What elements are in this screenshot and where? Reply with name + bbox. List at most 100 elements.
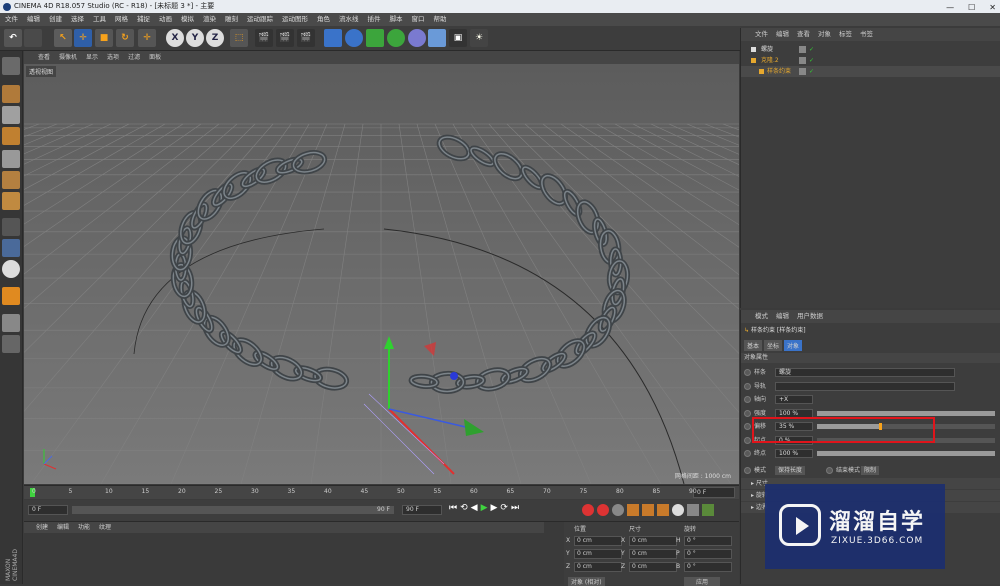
- attribute-field[interactable]: +X: [775, 395, 813, 404]
- render-view-icon[interactable]: 🎬: [255, 29, 273, 47]
- viewport-menu-item[interactable]: 摄像机: [59, 51, 77, 64]
- subdivision-icon[interactable]: [366, 29, 384, 47]
- x-axis-button[interactable]: X: [166, 29, 184, 47]
- goto-end-icon[interactable]: ⏭: [511, 503, 519, 513]
- menu-item[interactable]: 运动跟踪: [247, 13, 273, 26]
- viewport-menu-item[interactable]: 查看: [38, 51, 50, 64]
- object-menu-item[interactable]: 查看: [797, 28, 810, 41]
- menu-item[interactable]: 动画: [159, 13, 172, 26]
- menu-item[interactable]: 窗口: [412, 13, 425, 26]
- y-axis-button[interactable]: Y: [186, 29, 204, 47]
- coord-mode-dropdown[interactable]: 对象 (相对): [568, 577, 605, 586]
- menu-item[interactable]: 文件: [5, 13, 18, 26]
- visibility-icon[interactable]: [799, 68, 806, 75]
- edges-mode-icon[interactable]: [2, 171, 20, 189]
- animate-radio[interactable]: [744, 382, 751, 390]
- menu-item[interactable]: 工具: [93, 13, 106, 26]
- make-editable-icon[interactable]: [2, 57, 20, 75]
- key-scale-icon[interactable]: [642, 504, 654, 516]
- visibility-icon[interactable]: [799, 46, 806, 53]
- goto-start-icon[interactable]: ⏮: [449, 503, 457, 513]
- object-row[interactable]: 克隆.2 ✓: [741, 55, 1000, 66]
- attribute-tab[interactable]: 基本: [744, 340, 763, 351]
- scale-icon[interactable]: ■: [95, 29, 113, 47]
- animate-radio[interactable]: [744, 369, 751, 376]
- object-row[interactable]: 螺旋 ✓: [741, 44, 1000, 55]
- menu-item[interactable]: 编辑: [27, 13, 40, 26]
- light-icon[interactable]: ☀: [470, 29, 488, 47]
- key-pla-icon[interactable]: [687, 504, 699, 516]
- menu-item[interactable]: 创建: [49, 13, 62, 26]
- coord-field[interactable]: 0 cm: [629, 562, 677, 572]
- material-menu-item[interactable]: 编辑: [57, 522, 69, 533]
- points-mode-icon[interactable]: [2, 150, 20, 168]
- material-menu-item[interactable]: 创建: [36, 522, 48, 533]
- next-frame-icon[interactable]: ▶: [491, 503, 498, 513]
- select-icon[interactable]: ↖: [54, 29, 72, 47]
- record-icon[interactable]: [582, 504, 594, 516]
- menu-item[interactable]: 捕捉: [137, 13, 150, 26]
- lock-workplane-icon[interactable]: [2, 314, 20, 332]
- end-mode-dropdown[interactable]: 限制: [861, 466, 880, 475]
- viewport-perspective[interactable]: 透视视图 网格间距 : 1000 cm ✥ ⇕ ⟳ ▫: [24, 64, 739, 484]
- enable-check-icon[interactable]: ✓: [809, 55, 814, 66]
- menu-item[interactable]: 运动图形: [282, 13, 308, 26]
- planar-workplane-icon[interactable]: [2, 335, 20, 353]
- visibility-icon[interactable]: [799, 57, 806, 64]
- animate-radio[interactable]: [744, 409, 751, 417]
- coord-field[interactable]: 0 °: [684, 549, 732, 559]
- key-param-icon[interactable]: [672, 504, 684, 516]
- keyframe-selection-icon[interactable]: [612, 504, 624, 516]
- redo-icon[interactable]: [24, 29, 42, 47]
- attribute-tab[interactable]: 对象: [784, 340, 803, 351]
- menu-item[interactable]: 模拟: [181, 13, 194, 26]
- coord-field[interactable]: 0 cm: [629, 536, 677, 546]
- object-menu-item[interactable]: 书签: [860, 28, 873, 41]
- key-rotation-icon[interactable]: [657, 504, 669, 516]
- start-frame-field[interactable]: 0 F: [28, 505, 68, 515]
- z-axis-button[interactable]: Z: [206, 29, 224, 47]
- coord-field[interactable]: 0 °: [684, 536, 732, 546]
- material-menu-item[interactable]: 纹理: [99, 522, 111, 533]
- frame-range-slider[interactable]: 90 F: [72, 506, 394, 514]
- cloner-icon[interactable]: [387, 29, 405, 47]
- floor-icon[interactable]: [428, 29, 446, 47]
- attribute-menu-item[interactable]: 用户数据: [797, 310, 823, 323]
- viewport-menu-item[interactable]: 选项: [107, 51, 119, 64]
- animate-radio[interactable]: [744, 396, 751, 403]
- enable-check-icon[interactable]: ✓: [809, 66, 814, 77]
- undo-icon[interactable]: ↶: [4, 29, 22, 47]
- cube-icon[interactable]: [324, 29, 342, 47]
- prev-key-icon[interactable]: ⟲: [460, 503, 468, 513]
- coord-field[interactable]: 0 cm: [574, 549, 622, 559]
- coord-field[interactable]: 0 cm: [629, 549, 677, 559]
- menu-item[interactable]: 渲染: [203, 13, 216, 26]
- object-menu-item[interactable]: 对象: [818, 28, 831, 41]
- texture-mode-icon[interactable]: [2, 106, 20, 124]
- animate-radio[interactable]: [744, 436, 751, 444]
- recent-tool-icon[interactable]: ✛: [138, 29, 156, 47]
- attribute-slider[interactable]: [817, 410, 995, 416]
- axis-mode-icon[interactable]: [2, 218, 20, 236]
- model-mode-icon[interactable]: [2, 85, 20, 103]
- current-frame-field[interactable]: 0 F: [693, 487, 735, 498]
- object-menu-item[interactable]: 标签: [839, 28, 852, 41]
- menu-item[interactable]: 插件: [368, 13, 381, 26]
- workplane-icon[interactable]: [2, 127, 20, 145]
- menu-item[interactable]: 角色: [317, 13, 330, 26]
- tweak-mode-icon[interactable]: [2, 239, 20, 257]
- end-frame-field[interactable]: 90 F: [402, 505, 442, 515]
- object-menu-item[interactable]: 文件: [755, 28, 768, 41]
- prev-frame-icon[interactable]: ◀: [471, 503, 478, 513]
- nurbs-icon[interactable]: [345, 29, 363, 47]
- coordinate-system-icon[interactable]: ⬚: [230, 29, 248, 47]
- mode-dropdown[interactable]: 保持长度: [775, 466, 806, 475]
- animate-radio[interactable]: [744, 450, 751, 457]
- menu-item[interactable]: 脚本: [390, 13, 403, 26]
- animate-radio[interactable]: [744, 423, 751, 430]
- menu-item[interactable]: 流水线: [339, 13, 359, 26]
- play-icon[interactable]: ▶: [481, 503, 488, 513]
- menu-item[interactable]: 帮助: [434, 13, 447, 26]
- coord-field[interactable]: 0 cm: [574, 536, 622, 546]
- menu-item[interactable]: 网格: [115, 13, 128, 26]
